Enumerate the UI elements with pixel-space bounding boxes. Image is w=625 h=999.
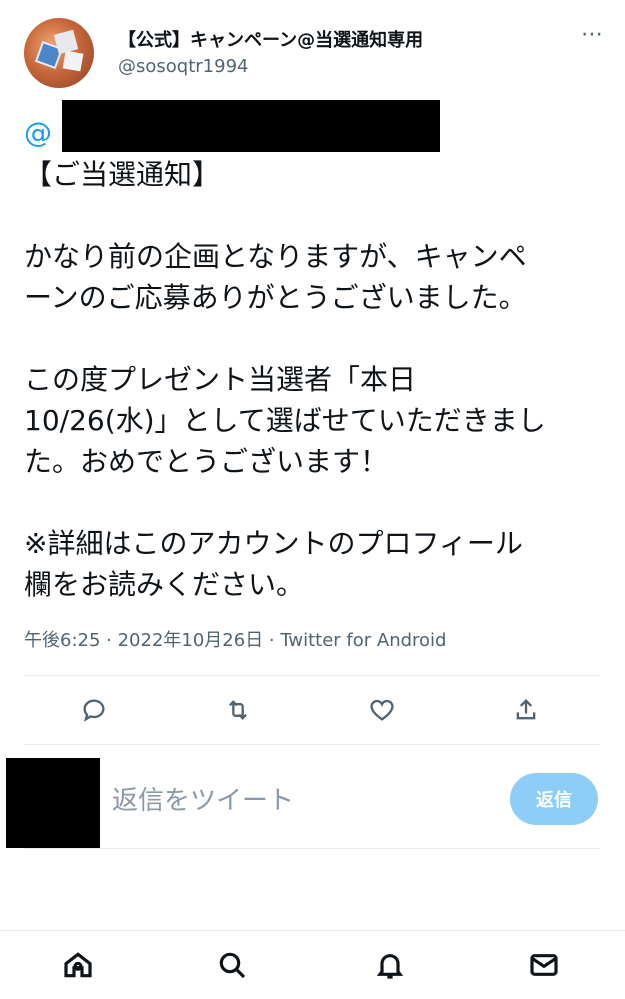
redacted-mention — [62, 100, 440, 152]
home-icon[interactable] — [62, 949, 96, 983]
mention-row: @ — [24, 100, 604, 154]
notifications-icon[interactable] — [374, 949, 408, 983]
reply-input[interactable] — [112, 780, 492, 822]
divider — [24, 744, 600, 745]
author-avatar[interactable] — [24, 18, 94, 88]
tweet-line: ※詳細はこのアカウントのプロフィール — [24, 527, 523, 560]
tweet-line: ーンのご応募ありがとうございました。 — [24, 281, 527, 314]
tweet-line: 10/26(水)」として選ばせていただきまし — [24, 404, 546, 437]
tweet-line: 欄をお読みください。 — [24, 568, 305, 601]
author-display-name[interactable]: 【公式】キャンペーン@当選通知専用 — [118, 26, 423, 52]
tweet-line: 【ご当選通知】 — [24, 158, 221, 191]
author-handle[interactable]: @sosoqtr1994 — [118, 56, 248, 77]
share-icon[interactable] — [512, 696, 544, 728]
mention-link[interactable]: @ — [24, 112, 52, 153]
bottom-navigation — [0, 930, 625, 999]
retweet-icon[interactable] — [224, 696, 256, 728]
messages-icon[interactable] — [528, 949, 562, 983]
like-icon[interactable] — [368, 696, 400, 728]
tweet-line: かなり前の企画となりますが、キャンペ — [24, 240, 527, 273]
reply-icon[interactable] — [80, 696, 112, 728]
reply-button[interactable]: 返信 — [510, 773, 598, 825]
tweet-body: 【ご当選通知】かなり前の企画となりますが、キャンペ ーンのご応募ありがとうございま… — [24, 154, 604, 605]
divider — [24, 675, 600, 676]
redacted-user-avatar — [6, 758, 100, 848]
search-icon[interactable] — [216, 949, 250, 983]
tweet-line: この度プレゼント当選者「本日 — [24, 363, 417, 396]
tweet-text: @ 【ご当選通知】かなり前の企画となりますが、キャンペ ーンのご応募ありがとうござ… — [24, 100, 604, 605]
tweet-header: 【公式】キャンペーン@当選通知専用 @sosoqtr1994 ⋯ — [24, 18, 604, 90]
tweet-line: た。おめでとうございます！ — [24, 445, 389, 478]
divider — [24, 848, 600, 849]
more-options-icon[interactable]: ⋯ — [581, 22, 604, 47]
tweet-timestamp[interactable]: 午後6:25 · 2022年10月26日 · Twitter for Andro… — [24, 626, 446, 652]
tweet-actions — [24, 684, 600, 740]
